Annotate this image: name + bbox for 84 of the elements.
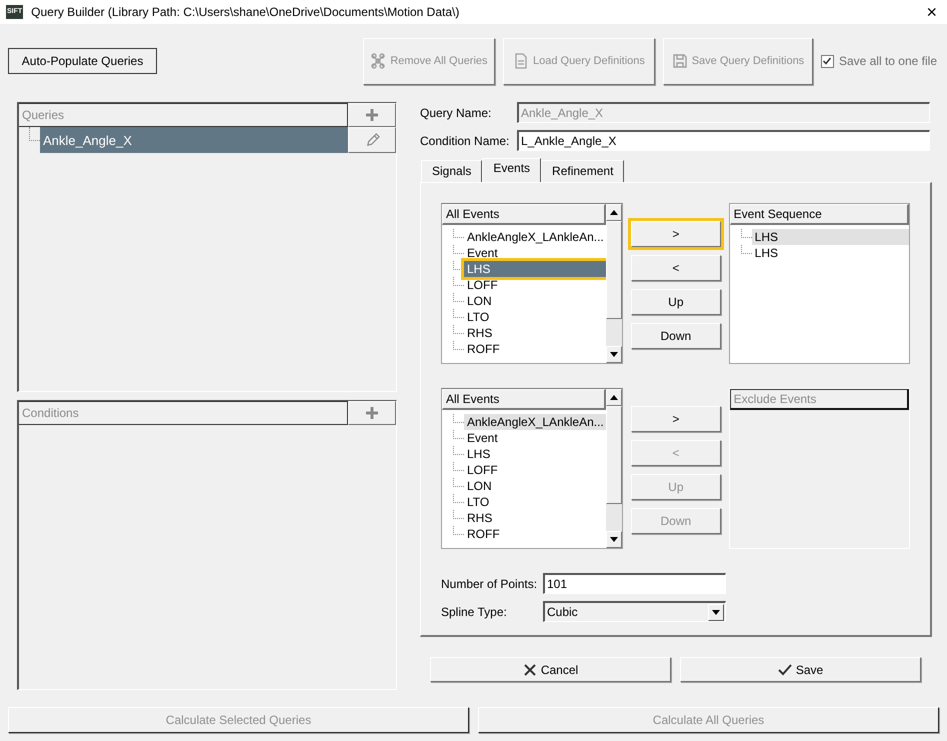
checkbox[interactable] <box>820 54 834 68</box>
condition-name-field[interactable]: L_Ankle_Angle_X <box>517 130 930 151</box>
close-icon <box>522 662 537 676</box>
tab[interactable]: Refinement <box>541 160 624 182</box>
scroll-down-button[interactable] <box>606 346 622 363</box>
field-label: Spline Type: <box>441 604 508 618</box>
network-icon <box>370 53 386 69</box>
query-item[interactable]: Ankle_Angle_X <box>40 127 348 153</box>
tab[interactable]: Events <box>482 158 542 182</box>
tree-connector <box>453 277 464 286</box>
tree-connector <box>453 526 464 535</box>
scroll-down-button[interactable] <box>606 531 622 548</box>
caret-down-icon <box>712 610 720 614</box>
tree-connector <box>453 309 464 318</box>
list-item[interactable]: AnkleAngleX_LAnkleAn... <box>464 414 606 430</box>
add-condition-button[interactable] <box>348 401 396 425</box>
list-item[interactable]: ROFF <box>464 526 503 542</box>
caret-down-icon <box>610 537 618 542</box>
list-header: All Events <box>442 204 606 225</box>
check-icon <box>778 662 792 676</box>
checkbox-label: Save all to one file <box>838 54 937 68</box>
list-item[interactable]: LHS <box>752 245 909 261</box>
list-item[interactable]: LTO <box>464 309 492 325</box>
list-item[interactable]: ROFF <box>464 341 503 357</box>
list-item[interactable]: LHS <box>752 229 909 245</box>
field-label: Number of Points: <box>441 576 538 590</box>
close-button[interactable]: × <box>922 3 941 21</box>
list-item[interactable]: LHS <box>464 446 494 462</box>
move-button[interactable]: < <box>631 255 721 281</box>
scroll-up-button[interactable] <box>606 204 622 221</box>
scrollbar[interactable] <box>606 204 622 363</box>
number-of-points-field[interactable]: 101 <box>543 573 726 594</box>
window-title: Query Builder (Library Path: C:\Users\shane\OneDrive\Documents\Motion Data\) <box>31 5 460 19</box>
tree-connector <box>453 229 464 238</box>
caret-up-icon <box>610 210 618 215</box>
list-item[interactable]: RHS <box>464 325 496 341</box>
list-item[interactable]: Event <box>464 430 501 446</box>
scrollbar-thumb[interactable] <box>606 406 622 504</box>
list-item[interactable]: AnkleAngleX_LAnkleAn... <box>464 229 606 245</box>
scrollbar-thumb[interactable] <box>606 221 622 319</box>
list-item[interactable]: LON <box>464 293 495 309</box>
tree-connector <box>453 325 464 334</box>
tree-connector <box>453 494 464 503</box>
list-item[interactable]: LHS <box>464 261 606 277</box>
field-label: Condition Name: <box>420 134 510 148</box>
tree-connector <box>453 430 464 439</box>
edit-query-button[interactable] <box>348 127 396 153</box>
list-header: Event Sequence <box>730 204 909 225</box>
tree-connector <box>453 341 464 350</box>
list-item[interactable]: LOFF <box>464 277 501 293</box>
action-button[interactable]: Save <box>680 657 921 682</box>
caret-up-icon <box>610 395 618 400</box>
tree-connector <box>453 462 464 471</box>
plus-icon <box>365 108 379 122</box>
move-button[interactable]: > <box>631 406 721 432</box>
tree-connector <box>453 293 464 302</box>
panel-header: Queries <box>19 103 348 127</box>
action-button[interactable]: Cancel <box>430 657 671 682</box>
tree-connector <box>453 245 464 254</box>
scrollbar[interactable] <box>606 389 622 548</box>
move-button[interactable]: > <box>631 221 721 247</box>
field-label: Query Name: <box>420 106 492 120</box>
add-query-button[interactable] <box>348 103 396 127</box>
caret-down-icon <box>610 352 618 357</box>
list-header: Exclude Events <box>730 389 909 410</box>
list-item[interactable]: Event <box>464 245 501 261</box>
tree-connector <box>453 510 464 519</box>
spline-type-dropdown[interactable]: Cubic <box>543 601 726 622</box>
list-item[interactable]: LON <box>464 478 495 494</box>
plus-icon <box>365 406 379 420</box>
tree-connector <box>453 446 464 455</box>
panel-header: Conditions <box>19 401 348 425</box>
pencil-icon <box>364 132 380 148</box>
scroll-up-button[interactable] <box>606 389 622 406</box>
list-header: All Events <box>442 389 606 410</box>
auto-populate-button[interactable]: Auto-Populate Queries <box>8 48 157 74</box>
list-item[interactable]: LOFF <box>464 462 501 478</box>
list-item[interactable]: LTO <box>464 494 492 510</box>
tree-connector <box>740 245 752 254</box>
list-item[interactable]: RHS <box>464 510 496 526</box>
tree-connector <box>453 478 464 487</box>
document-icon <box>512 53 529 69</box>
move-button[interactable]: Up <box>631 289 721 315</box>
move-button[interactable]: Down <box>631 323 721 349</box>
